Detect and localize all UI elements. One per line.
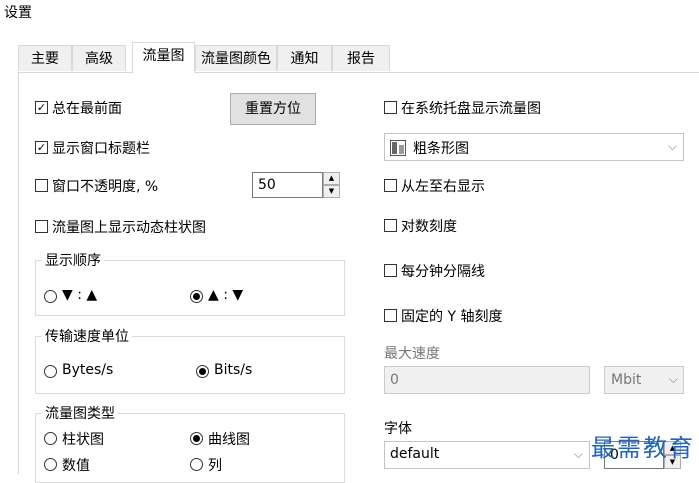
numeric-label: 数值	[62, 458, 90, 474]
dynamic-bars-checkbox[interactable]	[35, 220, 48, 233]
max-speed-input[interactable]: 0	[384, 366, 590, 394]
tab-reports[interactable]: 报告	[332, 45, 390, 71]
display-order-title: 显示顺序	[42, 250, 104, 270]
line-graph-radio[interactable]	[190, 432, 203, 445]
font-value: default	[390, 446, 440, 462]
numeric-radio[interactable]	[44, 458, 57, 471]
watermark-text: 最需教育	[591, 434, 695, 462]
bar-graph-label: 柱状图	[62, 432, 104, 448]
order-down-up-radio[interactable]	[44, 290, 57, 303]
dynamic-bars-label: 流量图上显示动态柱状图	[52, 220, 206, 236]
left-to-right-label: 从左至右显示	[401, 179, 485, 195]
show-title-bar-checkbox[interactable]: ✓	[35, 141, 48, 154]
check-icon: ✓	[36, 101, 47, 114]
minute-lines-checkbox[interactable]	[384, 264, 397, 277]
check-icon: ✓	[36, 141, 47, 154]
triangle-up-icon: ▲	[328, 174, 335, 182]
opacity-label: 窗口不透明度, %	[52, 179, 159, 195]
max-speed-unit-select[interactable]: Mbit ⌵	[604, 366, 684, 394]
minute-lines-label: 每分钟分隔线	[401, 264, 485, 280]
tab-graph-colors[interactable]: 流量图颜色	[195, 45, 277, 71]
chevron-down-icon: ⌵	[573, 447, 583, 461]
max-speed-unit-value: Mbit	[611, 372, 642, 388]
chevron-down-icon: ⌵	[668, 372, 678, 386]
opacity-spin-up[interactable]: ▲	[323, 172, 340, 185]
log-scale-label: 对数刻度	[401, 219, 457, 235]
tab-notifications[interactable]: 通知	[277, 45, 332, 71]
column-label: 列	[208, 458, 222, 474]
triangle-down-icon: ▼	[328, 187, 335, 195]
font-label: 字体	[384, 421, 412, 437]
opacity-input[interactable]: 50	[252, 172, 323, 198]
tab-advanced[interactable]: 高级	[72, 45, 126, 71]
show-title-bar-label: 显示窗口标题栏	[52, 141, 150, 157]
fixed-y-scale-label: 固定的 Y 轴刻度	[401, 309, 503, 325]
max-speed-label: 最大速度	[384, 346, 440, 362]
graph-type-title: 流量图类型	[42, 403, 118, 423]
chevron-down-icon: ⌵	[667, 139, 677, 153]
bytes-radio[interactable]	[44, 365, 57, 378]
bits-radio[interactable]	[196, 365, 209, 378]
tab-main[interactable]: 主要	[18, 45, 72, 71]
bar-style-select[interactable]: 粗条形图 ⌵	[384, 133, 684, 161]
column-radio[interactable]	[190, 458, 203, 471]
log-scale-checkbox[interactable]	[384, 219, 397, 232]
order-up-down-radio[interactable]	[190, 290, 203, 303]
line-graph-label: 曲线图	[208, 432, 250, 448]
reset-position-button[interactable]: 重置方位	[230, 93, 316, 125]
show-in-tray-checkbox[interactable]	[384, 101, 397, 114]
bar-graph-radio[interactable]	[44, 432, 57, 445]
speed-unit-title: 传输速度单位	[42, 326, 132, 346]
bits-label: Bits/s	[214, 362, 253, 378]
opacity-spin-down[interactable]: ▼	[323, 185, 340, 198]
left-to-right-checkbox[interactable]	[384, 179, 397, 192]
bar-style-value: 粗条形图	[413, 141, 469, 157]
font-select[interactable]: default ⌵	[384, 441, 590, 469]
always-on-top-label: 总在最前面	[52, 101, 122, 117]
bytes-label: Bytes/s	[62, 362, 114, 378]
always-on-top-checkbox[interactable]: ✓	[35, 101, 48, 114]
tab-graph[interactable]: 流量图	[132, 42, 195, 73]
fixed-y-scale-checkbox[interactable]	[384, 309, 397, 322]
order-down-up-label: ▼ : ▲	[62, 287, 98, 303]
opacity-checkbox[interactable]	[35, 179, 48, 192]
window-title: 设置	[4, 5, 32, 21]
show-in-tray-label: 在系统托盘显示流量图	[401, 101, 541, 117]
order-up-down-label: ▲ : ▼	[208, 287, 244, 303]
thick-bar-icon	[390, 140, 406, 156]
